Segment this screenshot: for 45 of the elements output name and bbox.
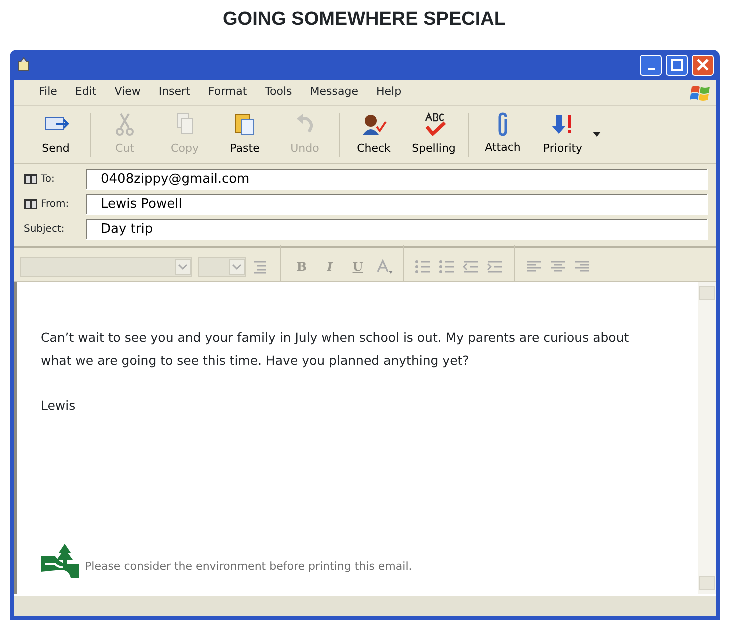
align-left-icon bbox=[525, 258, 543, 274]
message-paragraph: Can’t wait to see you and your family in July when school is out. My parents are curious about what we are going to see this time. Have you planned anything yet? bbox=[41, 329, 630, 370]
menu-item[interactable]: File bbox=[30, 84, 66, 101]
message-paragraph: Lewis bbox=[41, 397, 77, 415]
numbered-list-icon bbox=[414, 258, 432, 274]
text-field[interactable]: 0408zippy@gmail.com bbox=[86, 168, 708, 190]
align-right-icon bbox=[573, 258, 591, 274]
menu-item[interactable]: Message bbox=[301, 84, 368, 101]
scrollbar[interactable] bbox=[698, 282, 716, 594]
close-icon bbox=[697, 59, 709, 71]
tree-logo-icon bbox=[41, 544, 79, 578]
address-book-icon bbox=[24, 198, 38, 210]
field-label: To: bbox=[41, 172, 55, 186]
increase-indent-icon bbox=[486, 258, 504, 274]
send-button[interactable]: Send bbox=[26, 112, 86, 158]
field-label: From: bbox=[41, 198, 70, 212]
maximize-icon bbox=[671, 59, 683, 71]
spelling-button[interactable]: Spelling bbox=[404, 112, 464, 158]
text-field[interactable]: Lewis Powell bbox=[86, 194, 708, 214]
footer-note: Please consider the environment before printing this email. bbox=[85, 559, 412, 575]
font-color-icon bbox=[375, 258, 393, 274]
paperclip-icon bbox=[498, 112, 508, 138]
menu-item[interactable]: Help bbox=[368, 84, 411, 101]
attach-button[interactable]: Attach bbox=[473, 112, 533, 157]
menu-item[interactable]: Format bbox=[199, 84, 256, 101]
align-center-icon bbox=[549, 258, 567, 274]
menu-item[interactable]: Tools bbox=[256, 84, 302, 101]
priority-button[interactable]: Priority bbox=[533, 112, 593, 158]
minimize-icon bbox=[648, 68, 654, 70]
address-book-icon bbox=[24, 174, 38, 184]
check-button[interactable]: Check bbox=[344, 112, 404, 158]
app-icon bbox=[16, 57, 32, 73]
page-heading: GOING SOMEWHERE SPECIAL bbox=[222, 8, 507, 32]
maximize-button[interactable] bbox=[666, 54, 688, 76]
menu-item[interactable]: Insert bbox=[150, 84, 200, 101]
bullet-list-icon bbox=[438, 258, 456, 274]
field-label: Subject: bbox=[24, 222, 65, 236]
decrease-indent-icon bbox=[462, 258, 480, 274]
text-field[interactable]: Day trip bbox=[86, 218, 708, 240]
menu-item[interactable]: View bbox=[106, 84, 150, 101]
minimize-button[interactable] bbox=[640, 54, 662, 76]
close-button[interactable] bbox=[692, 54, 714, 76]
paste-button[interactable]: Paste bbox=[215, 112, 275, 158]
menu-item[interactable]: Edit bbox=[66, 84, 106, 101]
dropdown-caret-icon bbox=[593, 132, 601, 138]
